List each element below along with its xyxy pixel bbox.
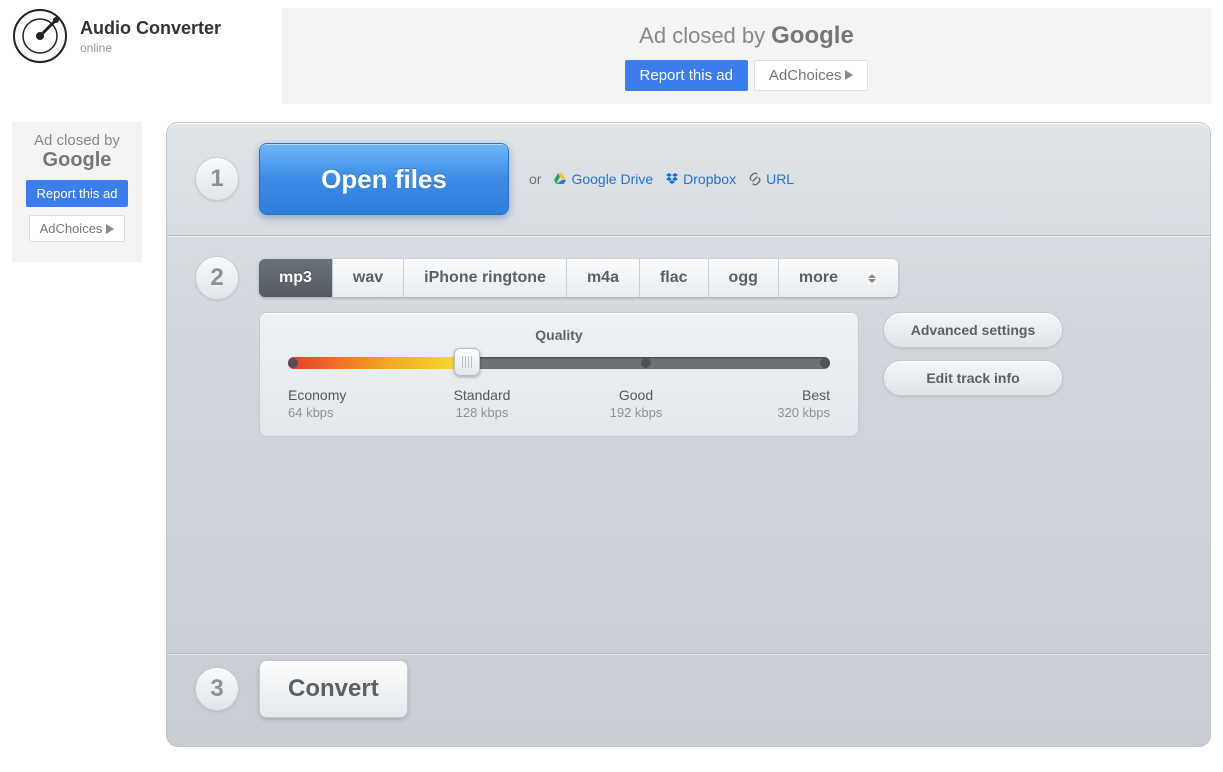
- slider-handle[interactable]: [454, 348, 480, 376]
- quality-name: Standard: [442, 387, 522, 403]
- ad-closed-text: Ad closed by: [639, 23, 765, 49]
- or-label: or: [529, 171, 541, 187]
- adchoices-button[interactable]: AdChoices: [754, 60, 869, 91]
- slider-tick: [288, 358, 298, 368]
- dropbox-link[interactable]: Dropbox: [665, 171, 736, 187]
- top-ad-slot: Ad closed by Google Report this ad AdCho…: [282, 8, 1211, 104]
- slider-tick: [641, 358, 651, 368]
- ad-closed-text: Ad closed by: [34, 132, 120, 149]
- url-link[interactable]: URL: [748, 171, 794, 187]
- link-icon: [748, 172, 762, 186]
- format-tabs: mp3 wav iPhone ringtone m4a flac ogg mor…: [259, 259, 898, 297]
- quality-box: Quality Economy 64 kbps Standard 128: [259, 312, 859, 437]
- quality-name: Best: [750, 387, 830, 403]
- quality-name: Economy: [288, 387, 368, 403]
- format-tab-iphone[interactable]: iPhone ringtone: [404, 259, 567, 297]
- quality-level: Economy 64 kbps: [288, 387, 368, 420]
- record-icon: [12, 8, 68, 64]
- convert-button[interactable]: Convert: [259, 660, 408, 718]
- more-label: more: [799, 269, 838, 287]
- quality-level: Best 320 kbps: [750, 387, 830, 420]
- adchoices-icon: [845, 70, 853, 80]
- dropbox-label: Dropbox: [683, 171, 736, 187]
- format-tab-ogg[interactable]: ogg: [709, 259, 779, 297]
- step1-row: 1 Open files or Google Drive Dropbox: [167, 123, 1210, 235]
- step-number-3: 3: [195, 667, 239, 711]
- url-label: URL: [766, 171, 794, 187]
- converter-panel: 1 Open files or Google Drive Dropbox: [166, 122, 1211, 747]
- format-tab-wav[interactable]: wav: [333, 259, 404, 297]
- gdrive-label: Google Drive: [571, 171, 653, 187]
- left-ad-slot: Ad closed by Google Report this ad AdCho…: [12, 122, 142, 262]
- more-arrows-icon: [868, 271, 878, 285]
- quality-rate: 320 kbps: [750, 405, 830, 420]
- google-drive-link[interactable]: Google Drive: [553, 171, 653, 187]
- adchoices-label: AdChoices: [769, 67, 842, 84]
- quality-rate: 128 kbps: [442, 405, 522, 420]
- gdrive-icon: [553, 172, 567, 186]
- google-logo-text: Google: [771, 22, 854, 50]
- google-logo-text: Google: [43, 149, 112, 172]
- report-ad-button[interactable]: Report this ad: [625, 60, 748, 91]
- edit-track-info-button[interactable]: Edit track info: [883, 360, 1063, 396]
- report-ad-button[interactable]: Report this ad: [26, 180, 129, 207]
- logo-area: Audio Converter online: [12, 8, 272, 64]
- adchoices-icon: [106, 224, 114, 234]
- dropbox-icon: [665, 172, 679, 186]
- step-number-1: 1: [195, 157, 239, 201]
- quality-level: Good 192 kbps: [596, 387, 676, 420]
- adchoices-label: AdChoices: [40, 221, 103, 236]
- format-tab-mp3[interactable]: mp3: [259, 259, 333, 297]
- slider-fill: [288, 357, 467, 369]
- open-files-button[interactable]: Open files: [259, 143, 509, 215]
- quality-rate: 64 kbps: [288, 405, 368, 420]
- quality-level: Standard 128 kbps: [442, 387, 522, 420]
- adchoices-button[interactable]: AdChoices: [29, 215, 126, 242]
- step3-row: 3 Convert: [167, 640, 1210, 746]
- quality-title: Quality: [288, 327, 830, 343]
- format-tab-flac[interactable]: flac: [640, 259, 709, 297]
- format-tab-more[interactable]: more: [779, 259, 898, 297]
- quality-rate: 192 kbps: [596, 405, 676, 420]
- format-tab-m4a[interactable]: m4a: [567, 259, 640, 297]
- quality-slider[interactable]: [288, 357, 830, 369]
- step2-row: 2 mp3 wav iPhone ringtone m4a flac ogg m…: [167, 236, 1210, 312]
- app-title: Audio Converter: [80, 18, 221, 39]
- slider-tick: [820, 358, 830, 368]
- quality-name: Good: [596, 387, 676, 403]
- step-number-2: 2: [195, 256, 239, 300]
- advanced-settings-button[interactable]: Advanced settings: [883, 312, 1063, 348]
- app-subtitle: online: [80, 41, 221, 55]
